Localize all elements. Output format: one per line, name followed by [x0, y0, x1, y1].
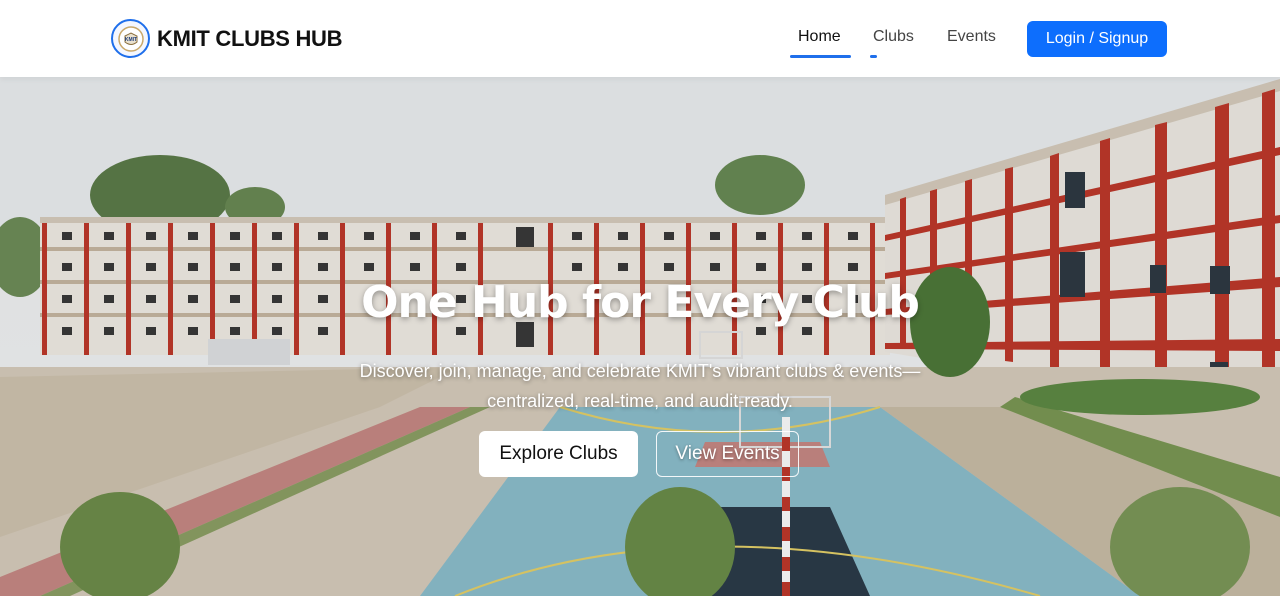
nav-hover-indicator	[870, 55, 877, 58]
nav-link-clubs[interactable]: Clubs	[873, 28, 914, 46]
main-nav: Home Clubs Events Login / Signup	[0, 0, 1280, 77]
hero-section: One Hub for Every Club Discover, join, m…	[0, 77, 1280, 596]
hero-subtitle: Discover, join, manage, and celebrate KM…	[359, 361, 921, 411]
explore-clubs-button[interactable]: Explore Clubs	[479, 431, 638, 477]
nav-link-home[interactable]: Home	[798, 28, 841, 46]
hero-overlay	[0, 77, 1280, 596]
login-signup-button[interactable]: Login / Signup	[1027, 21, 1167, 57]
nav-link-events[interactable]: Events	[947, 28, 996, 46]
navbar: KMIT KMIT CLUBS HUB Home Clubs Events Lo…	[0, 0, 1280, 77]
view-events-button[interactable]: View Events	[656, 431, 799, 477]
hero-title: One Hub for Every Club	[361, 277, 920, 328]
nav-active-underline	[790, 55, 851, 58]
